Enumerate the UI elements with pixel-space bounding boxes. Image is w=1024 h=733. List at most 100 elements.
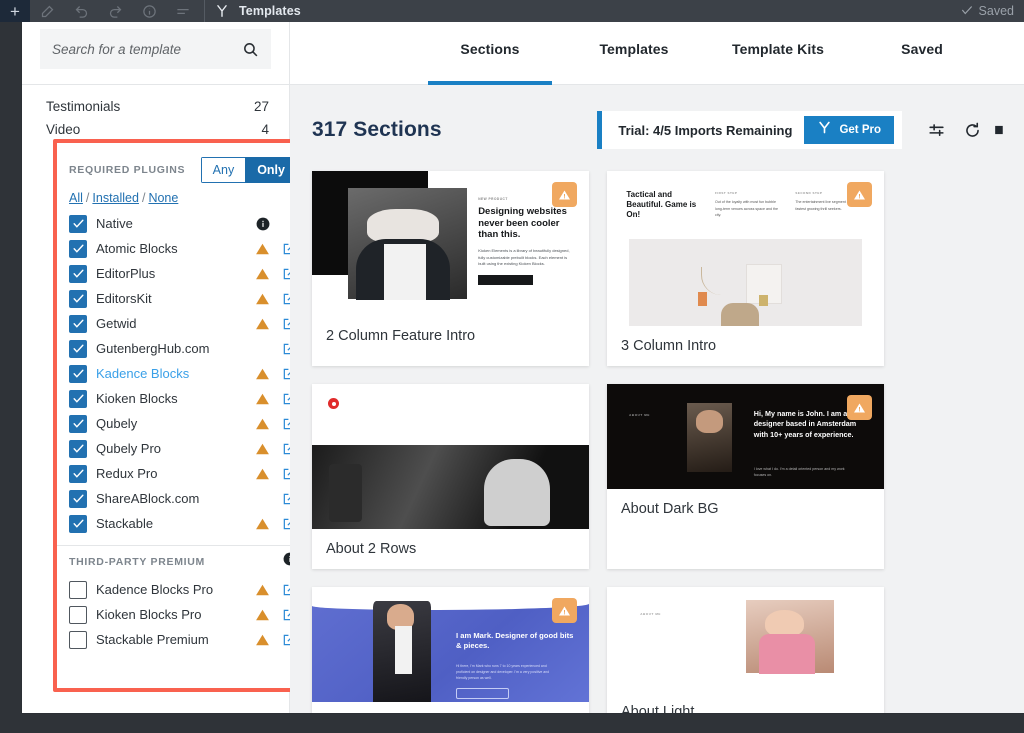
plugin-checkbox[interactable]	[69, 289, 87, 308]
plugin-checkbox[interactable]	[69, 514, 87, 533]
plugin-label[interactable]: GutenbergHub.com	[96, 341, 245, 356]
edit-pencil-icon[interactable]	[30, 0, 64, 22]
warning-icon[interactable]	[254, 467, 271, 481]
tab-saved[interactable]: Saved	[850, 13, 994, 85]
plugin-checkbox[interactable]	[69, 339, 87, 358]
warning-icon[interactable]	[254, 583, 271, 597]
template-card[interactable]: Tactical and Beautiful. Game is On! FIRS…	[607, 171, 884, 366]
warning-icon[interactable]	[254, 608, 271, 622]
template-card[interactable]: About 2 Rows	[312, 384, 589, 569]
status-dot-badge[interactable]	[328, 398, 339, 409]
plugin-label[interactable]: Native	[96, 216, 245, 231]
premium-plugin-label[interactable]: Stackable Premium	[96, 632, 245, 647]
template-card[interactable]: NEW PRODUCT Designing websites never bee…	[312, 171, 589, 366]
plugin-checkbox[interactable]	[69, 414, 87, 433]
toolbar-templates-label[interactable]: Templates	[235, 4, 301, 18]
plugin-row[interactable]: ShareABlock.com	[57, 486, 311, 511]
warning-badge-icon[interactable]	[847, 395, 872, 420]
warning-icon[interactable]	[254, 267, 271, 281]
plugin-label[interactable]: Atomic Blocks	[96, 241, 245, 256]
plugin-checkbox[interactable]	[69, 239, 87, 258]
plugin-label[interactable]: Kioken Blocks	[96, 391, 245, 406]
warning-badge-icon[interactable]	[552, 598, 577, 623]
warning-badge-icon[interactable]	[847, 182, 872, 207]
search-box[interactable]	[40, 29, 271, 69]
layout-toggle-icon[interactable]	[990, 123, 1012, 137]
tab-sections[interactable]: Sections	[418, 13, 562, 85]
warning-icon[interactable]	[254, 292, 271, 306]
warning-badge-icon[interactable]	[552, 182, 577, 207]
premium-plugin-checkbox[interactable]	[69, 580, 87, 599]
any-only-toggle[interactable]: Any Only	[200, 157, 297, 184]
plugin-checkbox[interactable]	[69, 489, 87, 508]
warning-icon[interactable]	[254, 633, 271, 647]
warning-icon[interactable]	[254, 242, 271, 256]
tab-templates[interactable]: Templates	[562, 13, 706, 85]
undo-icon[interactable]	[64, 0, 98, 22]
plugin-row[interactable]: Getwid	[57, 311, 311, 336]
template-card[interactable]: ABOUT ME About Light	[607, 587, 884, 713]
plugin-row[interactable]: EditorsKit	[57, 286, 311, 311]
plugin-checkbox[interactable]	[69, 264, 87, 283]
plugin-checkbox[interactable]	[69, 314, 87, 333]
plugin-row[interactable]: Atomic Blocks	[57, 236, 311, 261]
plugin-row[interactable]: Qubely Pro	[57, 436, 311, 461]
warning-icon[interactable]	[254, 367, 271, 381]
plugin-label[interactable]: Stackable	[96, 516, 245, 531]
plugin-row[interactable]: Native	[57, 211, 311, 236]
get-pro-button[interactable]: Get Pro	[804, 116, 894, 144]
redo-icon[interactable]	[98, 0, 132, 22]
premium-plugin-checkbox[interactable]	[69, 605, 87, 624]
info-icon[interactable]	[132, 0, 166, 22]
kioken-x-icon[interactable]	[209, 0, 235, 22]
plugin-row[interactable]: EditorPlus	[57, 261, 311, 286]
plugin-label[interactable]: EditorPlus	[96, 266, 245, 281]
plugin-label[interactable]: EditorsKit	[96, 291, 245, 306]
refresh-icon[interactable]	[954, 121, 990, 140]
plugin-checkbox[interactable]	[69, 389, 87, 408]
plugin-label[interactable]: Getwid	[96, 316, 245, 331]
filter-all[interactable]: All	[69, 191, 83, 205]
premium-plugin-label[interactable]: Kadence Blocks Pro	[96, 582, 245, 597]
plugin-label[interactable]: Redux Pro	[96, 466, 245, 481]
warning-icon[interactable]	[254, 317, 271, 331]
premium-plugin-row[interactable]: Kadence Blocks Pro	[57, 577, 311, 602]
filter-sliders-icon[interactable]	[918, 121, 954, 140]
search-icon[interactable]	[242, 41, 259, 58]
plugin-label[interactable]: Qubely Pro	[96, 441, 245, 456]
plugin-row[interactable]: Redux Pro	[57, 461, 311, 486]
plugin-row[interactable]: GutenbergHub.com	[57, 336, 311, 361]
plugin-checkbox[interactable]	[69, 464, 87, 483]
warning-icon[interactable]	[254, 392, 271, 406]
plugin-row[interactable]: Qubely	[57, 411, 311, 436]
warning-icon[interactable]	[254, 442, 271, 456]
plugin-row[interactable]: Stackable	[57, 511, 311, 536]
premium-plugin-row[interactable]: Stackable Premium	[57, 627, 311, 652]
premium-plugin-checkbox[interactable]	[69, 630, 87, 649]
filter-installed[interactable]: Installed	[92, 191, 139, 205]
premium-plugin-row[interactable]: Kioken Blocks Pro	[57, 602, 311, 627]
plugin-row[interactable]: Kadence Blocks	[57, 361, 311, 386]
sidebar-item-video[interactable]: Video 4	[22, 118, 289, 141]
plugin-checkbox[interactable]	[69, 214, 87, 233]
template-card[interactable]: ABOUT ME Hi, My name is John. I am a vis…	[607, 384, 884, 569]
filter-none[interactable]: None	[148, 191, 178, 205]
plugin-checkbox[interactable]	[69, 439, 87, 458]
list-view-icon[interactable]	[166, 0, 200, 22]
template-card[interactable]: I am Mark. Designer of good bits & piece…	[312, 587, 589, 713]
warning-icon[interactable]	[254, 417, 271, 431]
tab-template-kits[interactable]: Template Kits	[706, 13, 850, 85]
plugin-checkbox[interactable]	[69, 364, 87, 383]
info-icon[interactable]	[254, 217, 271, 231]
add-new-icon[interactable]: +	[0, 0, 30, 22]
search-input[interactable]	[52, 41, 242, 57]
plugin-label[interactable]: ShareABlock.com	[96, 491, 245, 506]
premium-plugin-label[interactable]: Kioken Blocks Pro	[96, 607, 245, 622]
trial-banner: Trial: 4/5 Imports Remaining Get Pro	[597, 111, 902, 149]
toggle-any[interactable]: Any	[200, 157, 246, 184]
plugin-row[interactable]: Kioken Blocks	[57, 386, 311, 411]
plugin-label[interactable]: Kadence Blocks	[96, 366, 245, 381]
plugin-label[interactable]: Qubely	[96, 416, 245, 431]
sidebar-item-testimonials[interactable]: Testimonials 27	[22, 95, 289, 118]
warning-icon[interactable]	[254, 517, 271, 531]
